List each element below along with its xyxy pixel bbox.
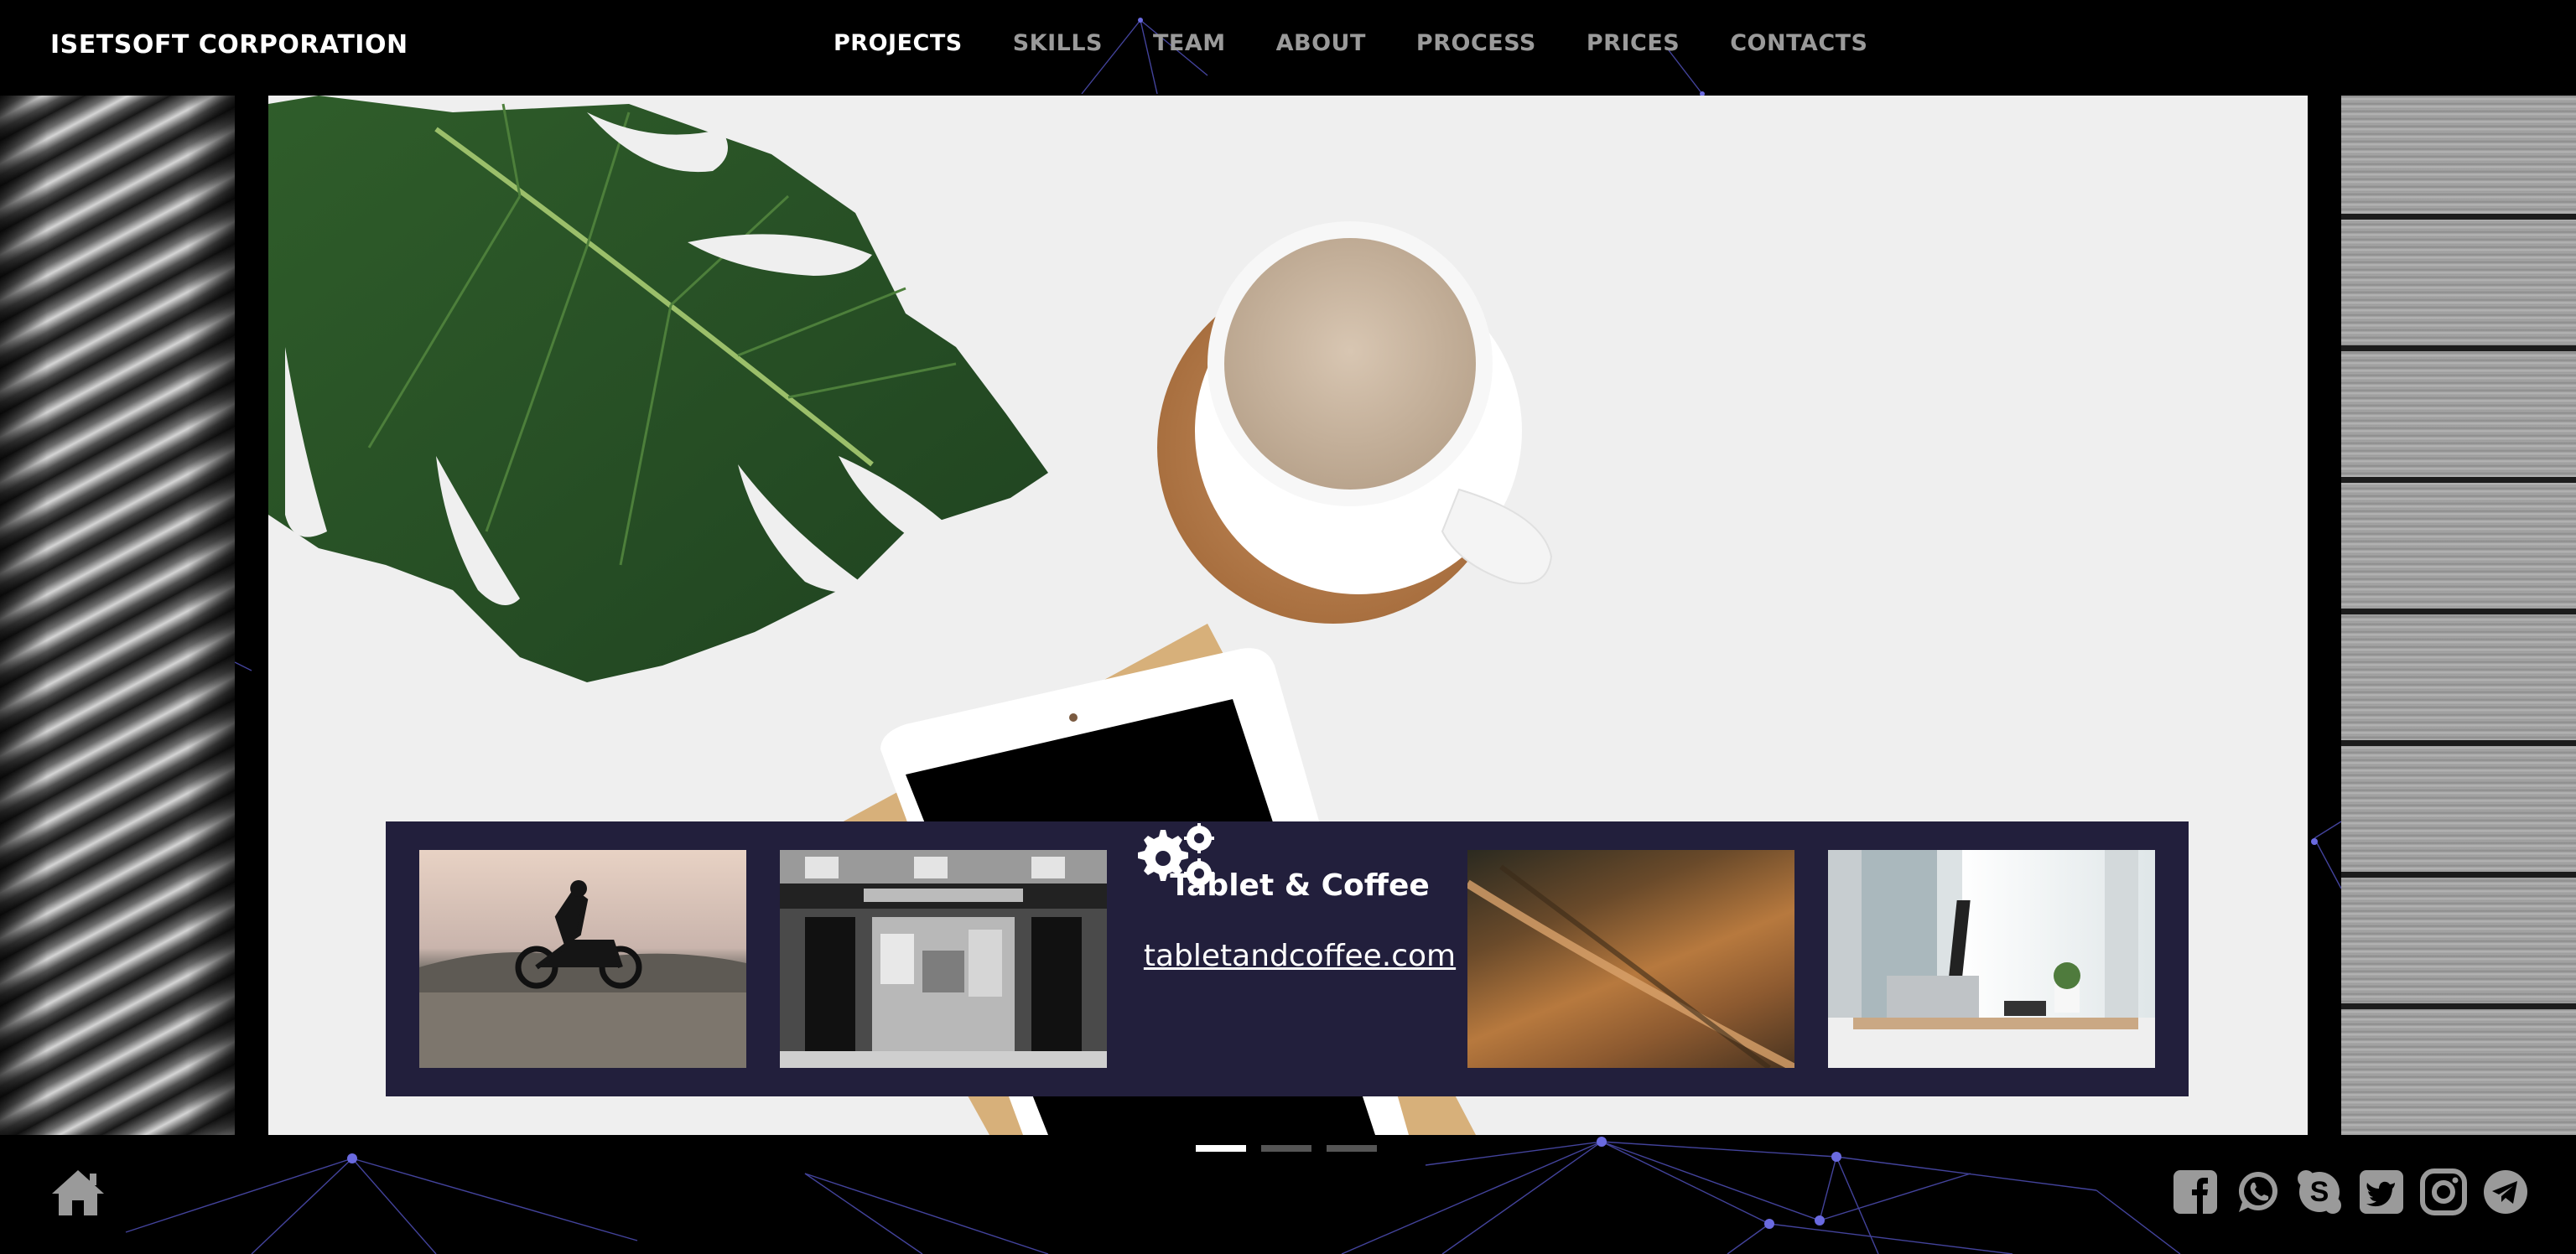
company-logo[interactable]: ISETSOFT CORPORATION [50,30,408,60]
nav-skills[interactable]: SKILLS [1013,30,1103,56]
nav-projects[interactable]: PROJECTS [834,30,963,56]
carousel-pagination [1196,1145,1377,1152]
skype-icon[interactable]: S [2296,1168,2343,1215]
main-nav: PROJECTS SKILLS TEAM ABOUT PROCESS PRICE… [834,30,1868,56]
svg-text:S: S [2310,1176,2329,1208]
carousel-dot-1[interactable] [1196,1145,1246,1152]
hero-slide-image: Tablet & Coffee tabletandcoffee.com [268,96,2308,1135]
project-thumbnail-sand[interactable] [1467,850,1794,1068]
nav-about[interactable]: ABOUT [1276,30,1366,56]
project-thumbnail-storefront[interactable] [780,850,1107,1068]
twitter-icon[interactable] [2358,1168,2405,1215]
whatsapp-icon[interactable] [2234,1168,2281,1215]
sand-image [1467,864,1794,1068]
instagram-icon[interactable] [2420,1168,2467,1215]
project-thumbnail-workspace[interactable] [1828,850,2155,1068]
carousel-dot-2[interactable] [1261,1145,1311,1152]
motorcycle-image [419,880,746,1068]
top-navbar: ISETSOFT CORPORATION PROJECTS SKILLS TEA… [0,0,2576,94]
facebook-icon[interactable] [2172,1168,2219,1215]
next-slide-preview[interactable] [2341,96,2576,1135]
workspace-image [1828,850,2155,1068]
project-info: Tablet & Coffee tabletandcoffee.com [1132,821,1467,1096]
project-carousel-strip: Tablet & Coffee tabletandcoffee.com [386,821,2189,1096]
social-links: S [2172,1168,2529,1215]
carousel-dot-3[interactable] [1327,1145,1377,1152]
nav-team[interactable]: TEAM [1153,30,1226,56]
home-icon [52,1170,104,1215]
storefront-image [780,850,1107,1068]
home-button[interactable] [50,1168,106,1220]
gears-icon[interactable] [1132,821,1219,892]
project-link[interactable]: tabletandcoffee.com [1132,939,1467,973]
nav-prices[interactable]: PRICES [1587,30,1680,56]
telegram-icon[interactable] [2482,1168,2529,1215]
previous-slide-preview[interactable] [0,96,235,1135]
nav-process[interactable]: PROCESS [1416,30,1536,56]
nav-contacts[interactable]: CONTACTS [1730,30,1867,56]
project-thumbnail-motorcycle[interactable] [419,850,746,1068]
